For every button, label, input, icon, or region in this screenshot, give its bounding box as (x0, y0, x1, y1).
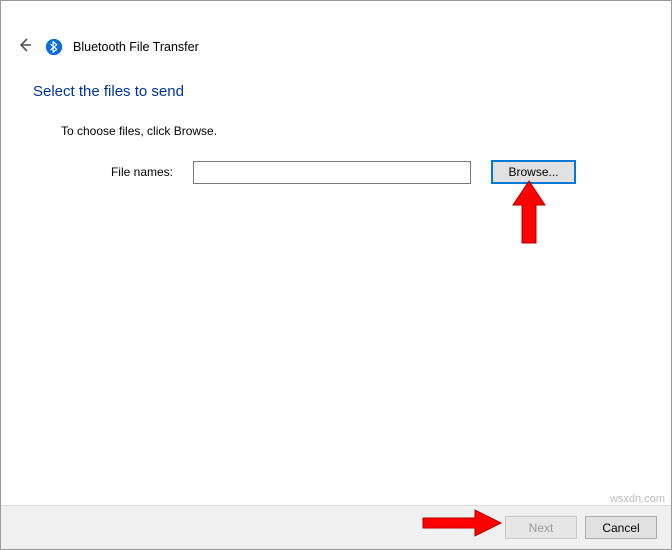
bluetooth-icon (45, 38, 63, 56)
file-names-label: File names: (93, 165, 173, 179)
wizard-header: Bluetooth File Transfer (1, 31, 671, 71)
file-names-row: File names: Browse... (93, 160, 639, 184)
cancel-button[interactable]: Cancel (585, 516, 657, 539)
close-button[interactable] (627, 1, 671, 29)
page-heading: Select the files to send (33, 83, 639, 100)
back-button[interactable] (15, 37, 35, 57)
title-bar (1, 1, 671, 31)
dialog-window: Bluetooth File Transfer Select the files… (0, 0, 672, 550)
back-arrow-icon (17, 37, 33, 58)
window-title: Bluetooth File Transfer (73, 40, 199, 54)
annotation-arrow-up (509, 179, 549, 247)
content-area: Select the files to send To choose files… (1, 71, 671, 184)
dialog-footer: Next Cancel (1, 505, 671, 549)
file-names-input[interactable] (193, 161, 471, 184)
next-button[interactable]: Next (505, 516, 577, 539)
instruction-text: To choose files, click Browse. (61, 124, 639, 138)
annotation-arrow-right (421, 508, 503, 538)
watermark-text: wsxdn.com (610, 493, 665, 505)
